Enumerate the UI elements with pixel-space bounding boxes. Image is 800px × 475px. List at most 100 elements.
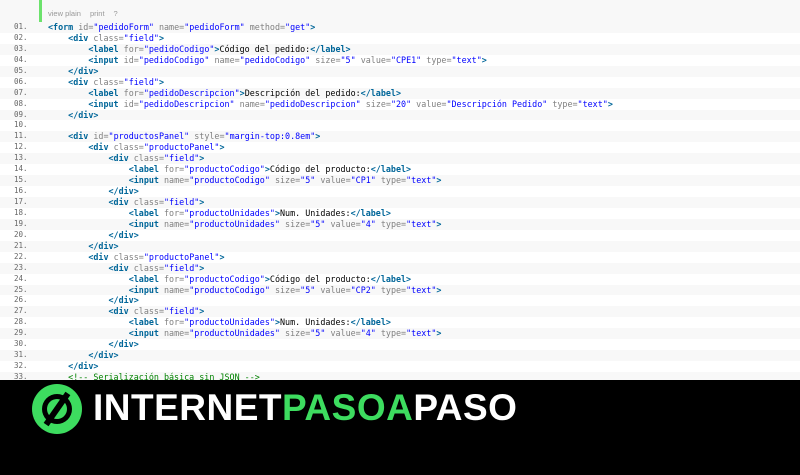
view-plain-link[interactable]: view plain (48, 9, 81, 18)
code-listing: 01. <form id="pedidoForm" name="pedidoFor… (0, 22, 800, 383)
brand-logo-icon (32, 384, 82, 434)
code-line: 03. <label for="pedidoCodigo">Código del… (0, 43, 800, 55)
code-line: 19. <input name="productoUnidades" size=… (0, 218, 800, 230)
code-line: 32. </div> (0, 361, 800, 372)
brand-word-internet: INTERNET (93, 387, 282, 428)
line-number: 06. (14, 76, 28, 86)
print-link[interactable]: print (90, 9, 105, 18)
line-number: 02. (14, 32, 28, 42)
line-number: 22. (14, 251, 28, 261)
code-text: <input name="productoUnidades" size="5" … (128, 328, 442, 339)
code-text: <input name="productoCodigo" size="5" va… (128, 175, 442, 186)
line-number: 29. (14, 328, 28, 338)
line-number: 21. (14, 240, 28, 250)
code-text: <div class="productoPanel"> (88, 142, 225, 153)
code-line: 16. </div> (0, 186, 800, 197)
code-text: <label for="productoCodigo">Código del p… (128, 273, 412, 284)
code-text: <div class="field"> (108, 153, 205, 164)
line-number: 16. (14, 186, 28, 196)
line-number: 20. (14, 229, 28, 239)
code-text: </div> (68, 361, 99, 372)
line-number: 14. (14, 164, 28, 174)
brand-word-paso: PASO (413, 387, 518, 428)
brand-word-pasoa: PASOA (282, 387, 414, 428)
code-line: 07. <label for="pedidoDescripcion">Descr… (0, 87, 800, 99)
code-text: <form id="pedidoForm" name="pedidoForm" … (48, 22, 316, 32)
code-line: 23. <div class="field"> (0, 262, 800, 274)
line-number: 28. (14, 317, 28, 327)
line-number: 17. (14, 197, 28, 206)
code-line: 31. </div> (0, 350, 800, 362)
line-number: 07. (14, 87, 28, 97)
brand-wordmark: INTERNETPASOAPASO (93, 386, 517, 430)
line-number: 23. (14, 262, 28, 272)
code-text: <label for="pedidoDescripcion">Descripci… (88, 87, 402, 98)
line-number: 19. (14, 218, 28, 228)
code-text: </div> (68, 65, 99, 76)
code-text: <label for="productoUnidades">Num. Unida… (128, 317, 391, 328)
code-line: 21. </div> (0, 240, 800, 252)
code-line: 05. </div> (0, 65, 800, 77)
code-text: </div> (108, 229, 139, 240)
code-line: 14. <label for="productoCodigo">Código d… (0, 164, 800, 176)
line-number: 05. (14, 65, 28, 75)
code-line: 24. <label for="productoCodigo">Código d… (0, 273, 800, 285)
code-line: 27. <div class="field"> (0, 306, 800, 318)
code-line: 28. <label for="productoUnidades">Num. U… (0, 317, 800, 329)
line-number: 25. (14, 284, 28, 294)
code-text: <input name="productoUnidades" size="5" … (128, 218, 442, 229)
code-text: <div class="field"> (68, 32, 164, 43)
line-number: 32. (14, 361, 28, 371)
code-text: <input name="productoCodigo" size="5" va… (128, 284, 442, 295)
line-number: 08. (14, 98, 28, 108)
line-number: 31. (14, 350, 28, 360)
line-number: 03. (14, 43, 28, 53)
code-line: 02. <div class="field"> (0, 32, 800, 44)
code-line: 11. <div id="productosPanel" style="marg… (0, 131, 800, 143)
code-text: <div id="productosPanel" style="margin-t… (68, 131, 321, 142)
code-line: 20. </div> (0, 229, 800, 241)
line-number: 24. (14, 273, 28, 283)
code-line: 12. <div class="productoPanel"> (0, 142, 800, 154)
line-number: 26. (14, 295, 28, 305)
line-number: 11. (14, 131, 28, 141)
line-number: 30. (14, 339, 28, 349)
code-line: 22. <div class="productoPanel"> (0, 251, 800, 263)
code-line: 17. <div class="field"> (0, 197, 800, 208)
line-number: 01. (14, 22, 28, 31)
code-text: <input id="pedidoDescripcion" name="pedi… (88, 98, 613, 109)
code-line: 26. </div> (0, 295, 800, 307)
code-line: 09. </div> (0, 109, 800, 121)
code-text: <label for="productoCodigo">Código del p… (128, 164, 412, 175)
code-line: 30. </div> (0, 339, 800, 351)
code-line: 13. <div class="field"> (0, 153, 800, 165)
code-line: 29. <input name="productoUnidades" size=… (0, 328, 800, 340)
line-number: 09. (14, 109, 28, 119)
code-line: 25. <input name="productoCodigo" size="5… (0, 284, 800, 296)
line-number: 18. (14, 207, 28, 217)
line-number: 27. (14, 306, 28, 316)
code-text: <div class="productoPanel"> (88, 251, 225, 262)
code-line: 08. <input id="pedidoDescripcion" name="… (0, 98, 800, 110)
line-number: 13. (14, 153, 28, 163)
code-text: <div class="field"> (108, 306, 205, 317)
code-text: <div class="field"> (108, 197, 205, 207)
code-line: 18. <label for="productoUnidades">Num. U… (0, 207, 800, 219)
code-text: <div class="field"> (108, 262, 205, 273)
line-number: 04. (14, 54, 28, 64)
code-text: </div> (88, 240, 119, 251)
code-text: </div> (88, 350, 119, 361)
code-line: 15. <input name="productoCodigo" size="5… (0, 175, 800, 187)
line-number: 15. (14, 175, 28, 185)
help-link[interactable]: ? (114, 9, 118, 18)
code-text: <label for="productoUnidades">Num. Unida… (128, 207, 391, 218)
code-text: </div> (108, 295, 139, 306)
line-number: 10. (14, 120, 28, 130)
code-text: </div> (108, 339, 139, 350)
line-number: 12. (14, 142, 28, 152)
code-line: 10. (0, 120, 800, 132)
code-line: 04. <input id="pedidoCodigo" name="pedid… (0, 54, 800, 66)
code-line: 06. <div class="field"> (0, 76, 800, 88)
code-text: <label for="pedidoCodigo">Código del ped… (88, 43, 351, 54)
code-toolbar: view plain print? (0, 0, 800, 22)
